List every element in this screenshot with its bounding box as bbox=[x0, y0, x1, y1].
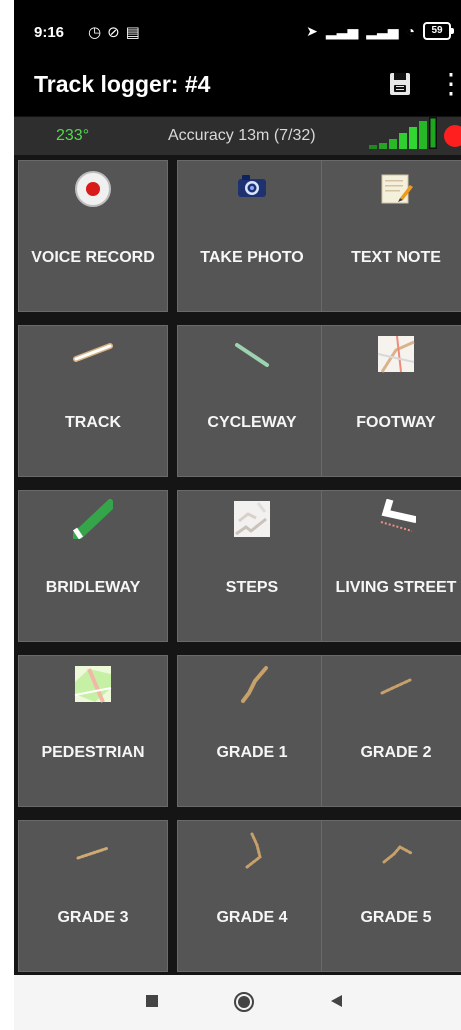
pedestrian-button[interactable]: PEDESTRIAN bbox=[18, 655, 168, 807]
footway-button[interactable]: FOOTWAY bbox=[321, 325, 461, 477]
save-button[interactable] bbox=[386, 70, 414, 98]
tile-label: GRADE 1 bbox=[216, 744, 288, 761]
tile-label: GRADE 2 bbox=[360, 744, 432, 761]
tile-label: GRADE 5 bbox=[360, 909, 432, 926]
grade-3-icon bbox=[76, 846, 110, 860]
square-icon[interactable] bbox=[144, 993, 160, 1009]
bridleway-icon bbox=[73, 499, 113, 539]
android-navigation-bar bbox=[14, 975, 461, 1030]
cycleway-icon bbox=[235, 343, 269, 367]
grade-4-icon bbox=[245, 832, 262, 869]
do-not-disturb-icon: ⊘ bbox=[107, 24, 126, 41]
circle-icon[interactable] bbox=[232, 990, 256, 1014]
alarm-icon: ◷ bbox=[88, 24, 108, 41]
page-title: Track logger: #4 bbox=[34, 71, 211, 97]
grade-3-button[interactable]: GRADE 3 bbox=[18, 820, 168, 972]
triangle-back-icon[interactable] bbox=[328, 993, 344, 1009]
notepad-icon bbox=[381, 174, 413, 204]
signal-icon: ▂▃▅ bbox=[366, 22, 399, 39]
top-toolbar: Track logger: #4 ⋮ bbox=[14, 64, 461, 116]
grade-5-button[interactable]: GRADE 5 bbox=[321, 820, 461, 972]
grade-2-icon bbox=[380, 678, 412, 695]
tile-label: GRADE 4 bbox=[216, 909, 288, 926]
tile-label: PEDESTRIAN bbox=[41, 744, 145, 761]
grade-4-button[interactable]: GRADE 4 bbox=[177, 820, 327, 972]
tile-label: FOOTWAY bbox=[356, 414, 436, 431]
recording-indicator bbox=[444, 125, 461, 147]
save-icon bbox=[390, 73, 410, 95]
tile-label: STEPS bbox=[225, 579, 279, 596]
status-time: 9:16 bbox=[34, 24, 65, 41]
tile-label: VOICE RECORD bbox=[31, 249, 155, 266]
camera-icon bbox=[238, 175, 266, 197]
tile-label: TAKE PHOTO bbox=[200, 249, 304, 266]
pedestrian-icon bbox=[74, 666, 112, 703]
text-note-button[interactable]: TEXT NOTE bbox=[321, 160, 461, 312]
tag-grid: VOICE RECORD TAKE PHOTO TEXT NOTE TRACK … bbox=[14, 155, 461, 975]
accuracy-value: Accuracy 13m (7/32) bbox=[168, 127, 316, 144]
grade-1-icon bbox=[241, 666, 268, 703]
status-right-icons: ➤ ▂▃▅ ▂▃▅ ◔ 59 bbox=[306, 22, 454, 40]
track-button[interactable]: TRACK bbox=[18, 325, 168, 477]
voice-record-button[interactable]: VOICE RECORD bbox=[18, 160, 168, 312]
living-street-icon bbox=[380, 499, 416, 532]
grade-5-icon bbox=[382, 845, 413, 864]
battery-icon: 59 bbox=[423, 22, 454, 40]
status-left-icons: ◷⊘▤ bbox=[88, 23, 146, 41]
track-icon bbox=[73, 343, 113, 362]
phone-screen: 9:16 ◷⊘▤ ➤ ▂▃▅ ▂▃▅ ◔ 59 Track logger: #4… bbox=[14, 0, 461, 1030]
take-photo-button[interactable]: TAKE PHOTO bbox=[177, 160, 327, 312]
wifi-icon: ◔ bbox=[406, 23, 415, 39]
cycleway-button[interactable]: CYCLEWAY bbox=[177, 325, 327, 477]
steps-button[interactable]: STEPS bbox=[177, 490, 327, 642]
tile-label: LIVING STREET bbox=[335, 579, 457, 596]
grade-1-button[interactable]: GRADE 1 bbox=[177, 655, 327, 807]
voice-record-icon bbox=[75, 171, 111, 207]
status-bar: 9:16 ◷⊘▤ ➤ ▂▃▅ ▂▃▅ ◔ 59 bbox=[14, 0, 461, 64]
tile-label: TEXT NOTE bbox=[351, 249, 441, 266]
footway-icon bbox=[377, 335, 415, 373]
living-street-button[interactable]: LIVING STREET bbox=[321, 490, 461, 642]
tile-label: BRIDLEWAY bbox=[45, 579, 141, 596]
overflow-menu-button[interactable]: ⋮ bbox=[437, 66, 461, 104]
location-arrow-icon: ➤ bbox=[306, 22, 318, 39]
bearing-value: 233° bbox=[56, 127, 90, 144]
bridleway-button[interactable]: BRIDLEWAY bbox=[18, 490, 168, 642]
tile-label: CYCLEWAY bbox=[207, 414, 297, 431]
signal-icon: ▂▃▅ bbox=[325, 22, 359, 39]
tile-label: GRADE 3 bbox=[57, 909, 129, 926]
steps-icon bbox=[234, 501, 270, 537]
gps-signal-icon bbox=[369, 117, 437, 149]
notification-icon: ▤ bbox=[125, 24, 146, 41]
tile-label: TRACK bbox=[65, 414, 121, 431]
grade-2-button[interactable]: GRADE 2 bbox=[321, 655, 461, 807]
gps-info-bar: 233° Accuracy 13m (7/32) bbox=[14, 117, 461, 155]
